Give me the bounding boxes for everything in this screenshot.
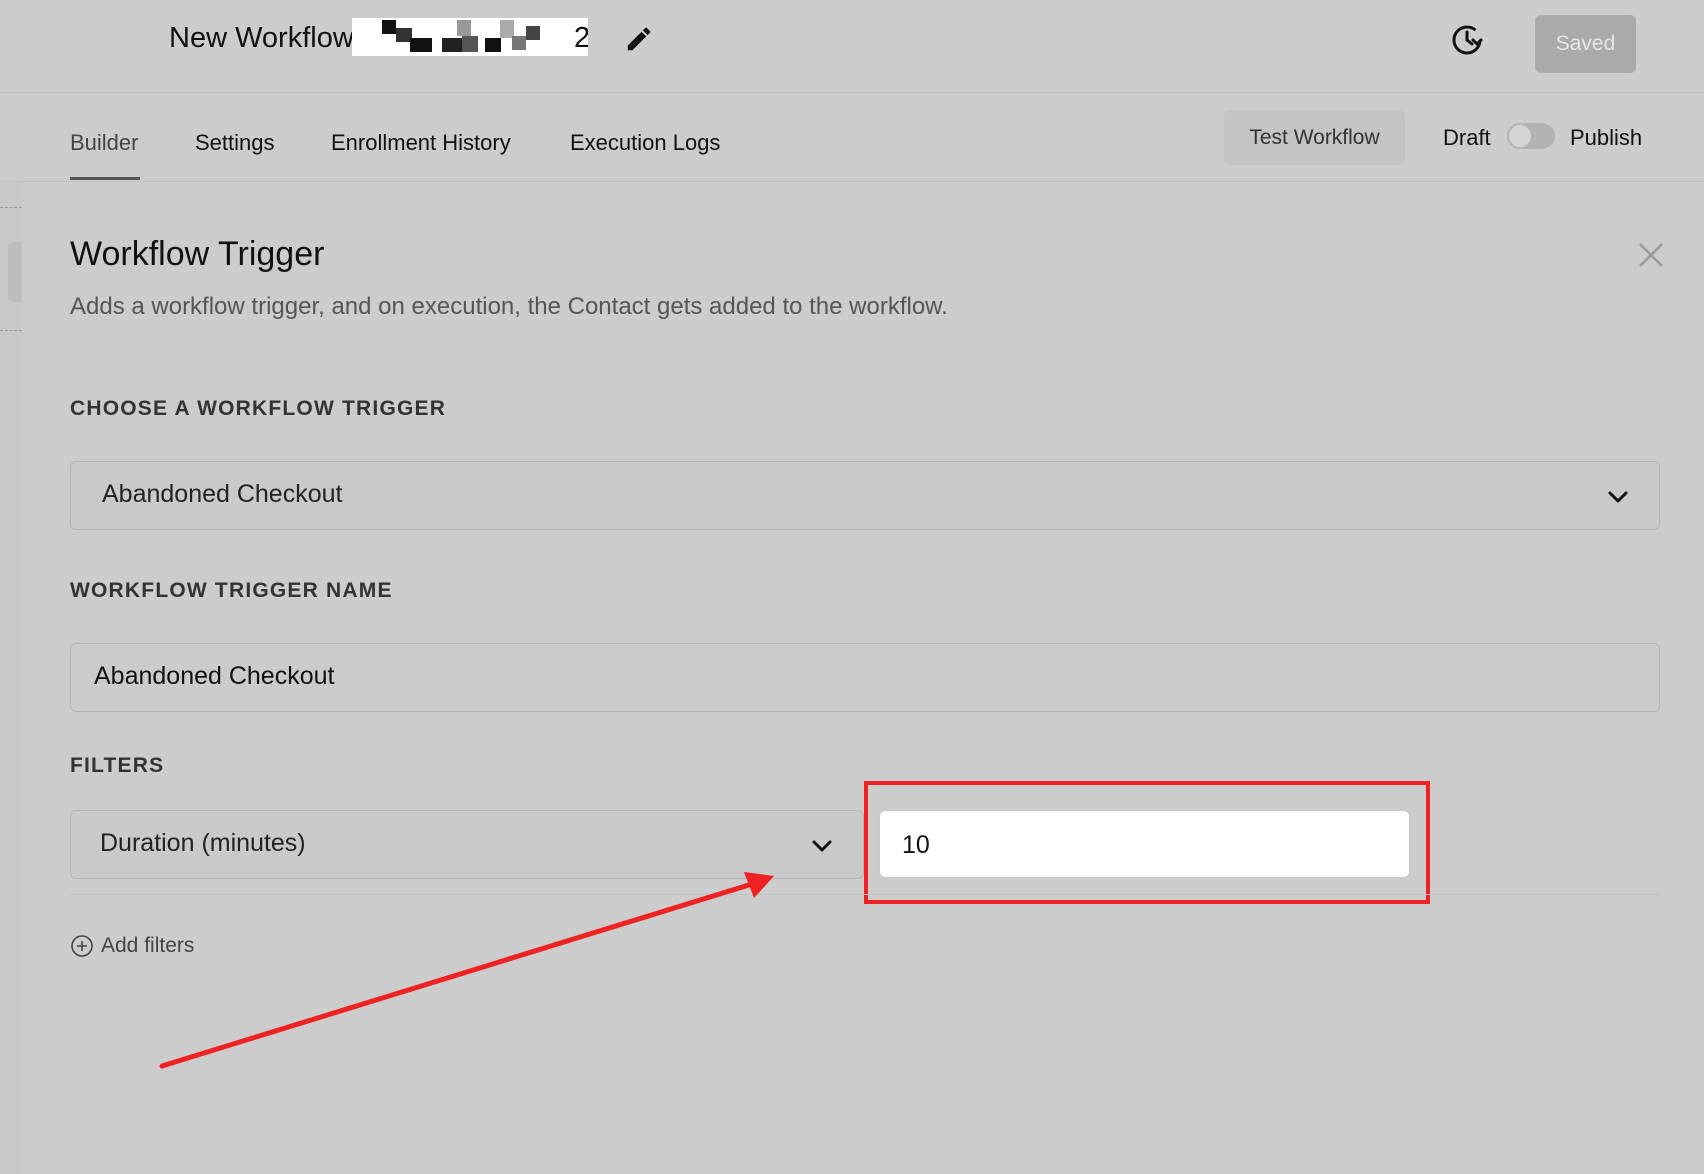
panel-title: Workflow Trigger bbox=[70, 235, 325, 273]
plus-circle-icon bbox=[71, 935, 93, 957]
filter-field-value: Duration (minutes) bbox=[100, 829, 306, 857]
divider bbox=[0, 207, 22, 208]
trigger-select-value: Abandoned Checkout bbox=[102, 480, 343, 508]
top-bar: New Workflow 2 Saved bbox=[0, 0, 1704, 93]
canvas-node-edge bbox=[8, 242, 22, 302]
canvas-edge bbox=[0, 182, 22, 1174]
tab-builder[interactable]: Builder bbox=[70, 130, 138, 156]
workflow-title[interactable]: New Workflow bbox=[169, 22, 354, 55]
title-suffix: 2 bbox=[574, 22, 588, 54]
trigger-name-value: Abandoned Checkout bbox=[94, 662, 335, 690]
draft-label: Draft bbox=[1443, 125, 1491, 150]
close-icon[interactable] bbox=[1636, 240, 1666, 270]
publish-toggle[interactable] bbox=[1507, 123, 1555, 149]
filters-label: FILTERS bbox=[70, 754, 165, 777]
publish-label: Publish bbox=[1570, 125, 1643, 150]
duration-value-input[interactable]: 10 bbox=[879, 810, 1410, 878]
tab-settings[interactable]: Settings bbox=[195, 130, 275, 156]
divider bbox=[70, 894, 1660, 895]
trigger-name-input[interactable]: Abandoned Checkout bbox=[70, 643, 1660, 712]
toggle-knob bbox=[1509, 125, 1531, 147]
divider bbox=[0, 330, 22, 331]
add-filters-label: Add filters bbox=[101, 934, 195, 957]
trigger-name-label: WORKFLOW TRIGGER NAME bbox=[70, 579, 393, 602]
duration-value: 10 bbox=[902, 831, 930, 859]
tab-bar: Builder Settings Enrollment History Exec… bbox=[0, 93, 1704, 182]
tab-execution-logs[interactable]: Execution Logs bbox=[570, 130, 720, 156]
trigger-select[interactable]: Abandoned Checkout bbox=[70, 461, 1660, 530]
chevron-down-icon bbox=[1608, 491, 1628, 503]
filter-field-select[interactable]: Duration (minutes) bbox=[70, 810, 864, 879]
choose-trigger-label: CHOOSE A WORKFLOW TRIGGER bbox=[70, 397, 447, 420]
add-filters-button[interactable]: Add filters bbox=[70, 934, 194, 958]
pencil-icon[interactable] bbox=[624, 24, 654, 54]
history-icon[interactable] bbox=[1449, 22, 1485, 58]
test-workflow-button[interactable]: Test Workflow bbox=[1224, 110, 1405, 165]
redacted-title-area: 2 bbox=[352, 18, 588, 56]
saved-button[interactable]: Saved bbox=[1535, 15, 1636, 73]
tab-enrollment-history[interactable]: Enrollment History bbox=[331, 130, 511, 156]
panel-description: Adds a workflow trigger, and on executio… bbox=[70, 293, 948, 320]
chevron-down-icon bbox=[812, 840, 832, 852]
active-tab-indicator bbox=[70, 177, 140, 180]
